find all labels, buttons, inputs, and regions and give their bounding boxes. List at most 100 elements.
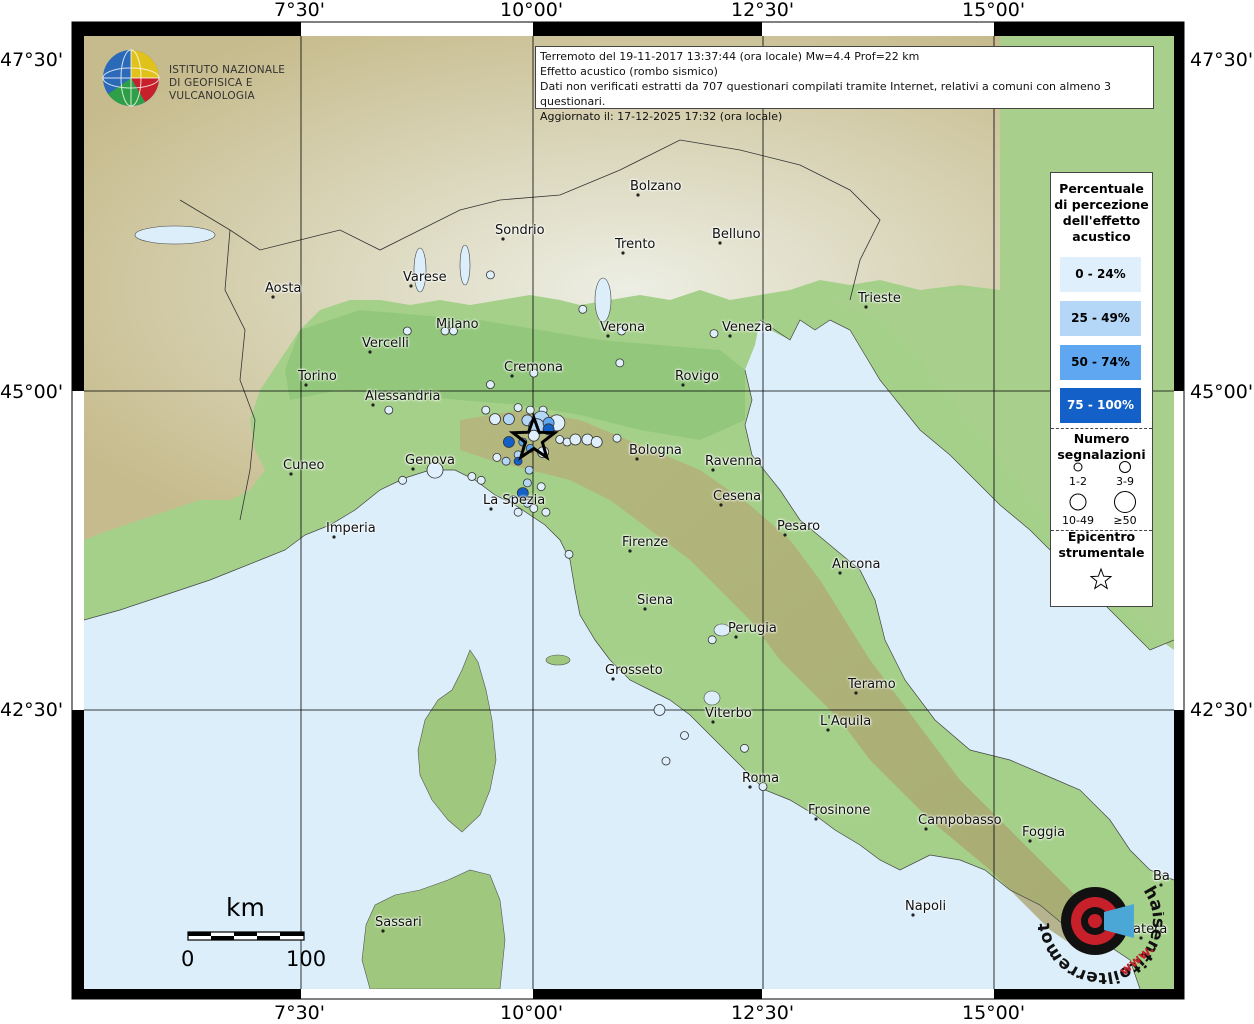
observation-point <box>578 304 588 314</box>
left-tick-3: 42°30' <box>0 699 64 721</box>
city-label-vercelli: Vercelli <box>362 336 409 351</box>
left-tick-2: 45°00' <box>0 381 64 403</box>
city-label-frosinone: Frosinone <box>808 803 871 818</box>
ingv-globe-icon <box>102 49 160 107</box>
lake-garda <box>594 277 612 323</box>
observation-point <box>569 433 582 446</box>
observation-point <box>612 433 622 443</box>
city-label-belluno: Belluno <box>712 227 761 242</box>
legend-title-2: di percezione <box>1054 197 1149 212</box>
observation-point <box>502 413 515 426</box>
bottom-tick-2: 10°00' <box>500 1002 564 1024</box>
legend-title-1: Percentuale <box>1059 181 1144 196</box>
left-tick-1: 47°30' <box>0 49 64 71</box>
observation-point <box>525 405 535 415</box>
city-label-venezia: Venezia <box>722 320 773 335</box>
legend-count-title-1: Numero <box>1073 431 1130 446</box>
legend-count-1: 1-2 <box>1069 475 1087 488</box>
city-label-teramo: Teramo <box>848 677 896 692</box>
lake-geneva <box>134 225 216 245</box>
bottom-tick-1: 7°30' <box>274 1002 325 1024</box>
city-label-bologna: Bologna <box>629 443 682 458</box>
city-label-siena: Siena <box>637 593 674 608</box>
observation-point <box>481 405 491 415</box>
bottom-tick-4: 15°00' <box>962 1002 1026 1024</box>
right-tick-2: 45°00' <box>1190 381 1254 403</box>
legend-count-4: ≥50 <box>1113 514 1137 527</box>
legend-title-4: acustico <box>1072 229 1131 244</box>
observation-point <box>489 413 501 426</box>
event-updated: Aggiornato il: 17-12-2025 17:32 (ora loc… <box>540 110 783 123</box>
observation-point <box>467 472 477 481</box>
observation-point <box>485 380 495 390</box>
right-tick-3: 42°30' <box>1190 699 1254 721</box>
city-label-imperia: Imperia <box>326 521 376 536</box>
event-info-box: Terremoto del 19-11-2017 13:37:44 (ora l… <box>535 46 1154 123</box>
observation-point <box>615 358 625 368</box>
city-label-sassari: Sassari <box>375 915 422 930</box>
observation-point <box>536 482 546 492</box>
observation-point <box>492 452 502 462</box>
observation-point <box>502 436 515 448</box>
scale-unit: km <box>226 893 265 922</box>
observation-point <box>523 478 532 488</box>
legend-epi-title-1: Epicentro <box>1067 529 1136 544</box>
legend-count-2: 3-9 <box>1116 475 1134 488</box>
legend-title-3: dell'effetto <box>1062 213 1141 228</box>
logo-line-1: ISTITUTO NAZIONALE <box>169 64 286 76</box>
city-label-roma: Roma <box>742 771 780 786</box>
observation-point <box>661 756 671 766</box>
right-tick-1: 47°30' <box>1190 49 1254 71</box>
city-label-campobasso: Campobasso <box>918 813 1002 828</box>
city-label-aosta: Aosta <box>265 281 302 296</box>
city-label-firenze: Firenze <box>622 535 669 550</box>
event-data-note: Dati non verificati estratti da 707 ques… <box>540 80 1112 108</box>
logo-line-2: DI GEOFISICA E VULCANOLOGIA <box>169 77 255 102</box>
city-label-cesena: Cesena <box>713 489 762 504</box>
observation-point <box>524 465 534 475</box>
top-tick-1: 7°30' <box>274 0 325 21</box>
city-label-ancona: Ancona <box>832 557 881 572</box>
observation-point <box>398 475 408 485</box>
city-label-genova: Genova <box>405 453 455 468</box>
city-label-sondrio: Sondrio <box>495 223 545 238</box>
legend-class-2: 25 - 49% <box>1060 301 1141 336</box>
event-effect: Effetto acustico (rombo sismico) <box>540 65 718 78</box>
city-label-la-spezia: La Spezia <box>483 493 546 508</box>
scale-max: 100 <box>286 947 327 971</box>
city-label-varese: Varese <box>403 270 447 285</box>
city-label-rovigo: Rovigo <box>675 369 719 384</box>
top-tick-2: 10°00' <box>500 0 564 21</box>
top-tick-3: 12°30' <box>731 0 795 21</box>
legend-epi-title-2: strumentale <box>1058 545 1145 560</box>
observation-point <box>402 326 412 336</box>
city-label-pesaro: Pesaro <box>777 519 821 534</box>
observation-point <box>485 270 495 280</box>
legend-star-icon <box>1089 567 1113 590</box>
top-tick-4: 15°00' <box>962 0 1026 21</box>
city-label-trieste: Trieste <box>858 291 901 306</box>
haisentito-watermark: haisentitoilterremoto.it www. <box>1032 843 1168 988</box>
legend-class-4: 75 - 100% <box>1060 388 1141 423</box>
haisentito-logo-icon: haisentitoilterremoto.it www. <box>1032 843 1168 988</box>
observation-point <box>476 475 486 485</box>
observation-point <box>541 507 551 517</box>
city-label-torino: Torino <box>298 369 337 384</box>
city-label-cremona: Cremona <box>504 360 563 375</box>
observation-point <box>513 507 523 517</box>
event-header: Terremoto del 19-11-2017 13:37:44 (ora l… <box>540 50 920 63</box>
observation-point <box>555 435 565 444</box>
observation-point <box>653 704 666 716</box>
observation-point <box>501 456 511 466</box>
observation-point <box>384 405 394 415</box>
city-label-cuneo: Cuneo <box>283 458 325 473</box>
observation-point <box>740 743 749 753</box>
observation-point <box>564 549 574 559</box>
city-label-alessandria: Alessandria <box>365 389 441 404</box>
observation-point <box>709 329 719 339</box>
scale-min: 0 <box>181 947 195 971</box>
elba <box>545 654 571 666</box>
ingv-logo: ISTITUTO NAZIONALE DI GEOFISICA E VULCAN… <box>100 48 320 108</box>
scale-bar <box>187 931 305 941</box>
city-label-bolzano: Bolzano <box>630 179 682 194</box>
